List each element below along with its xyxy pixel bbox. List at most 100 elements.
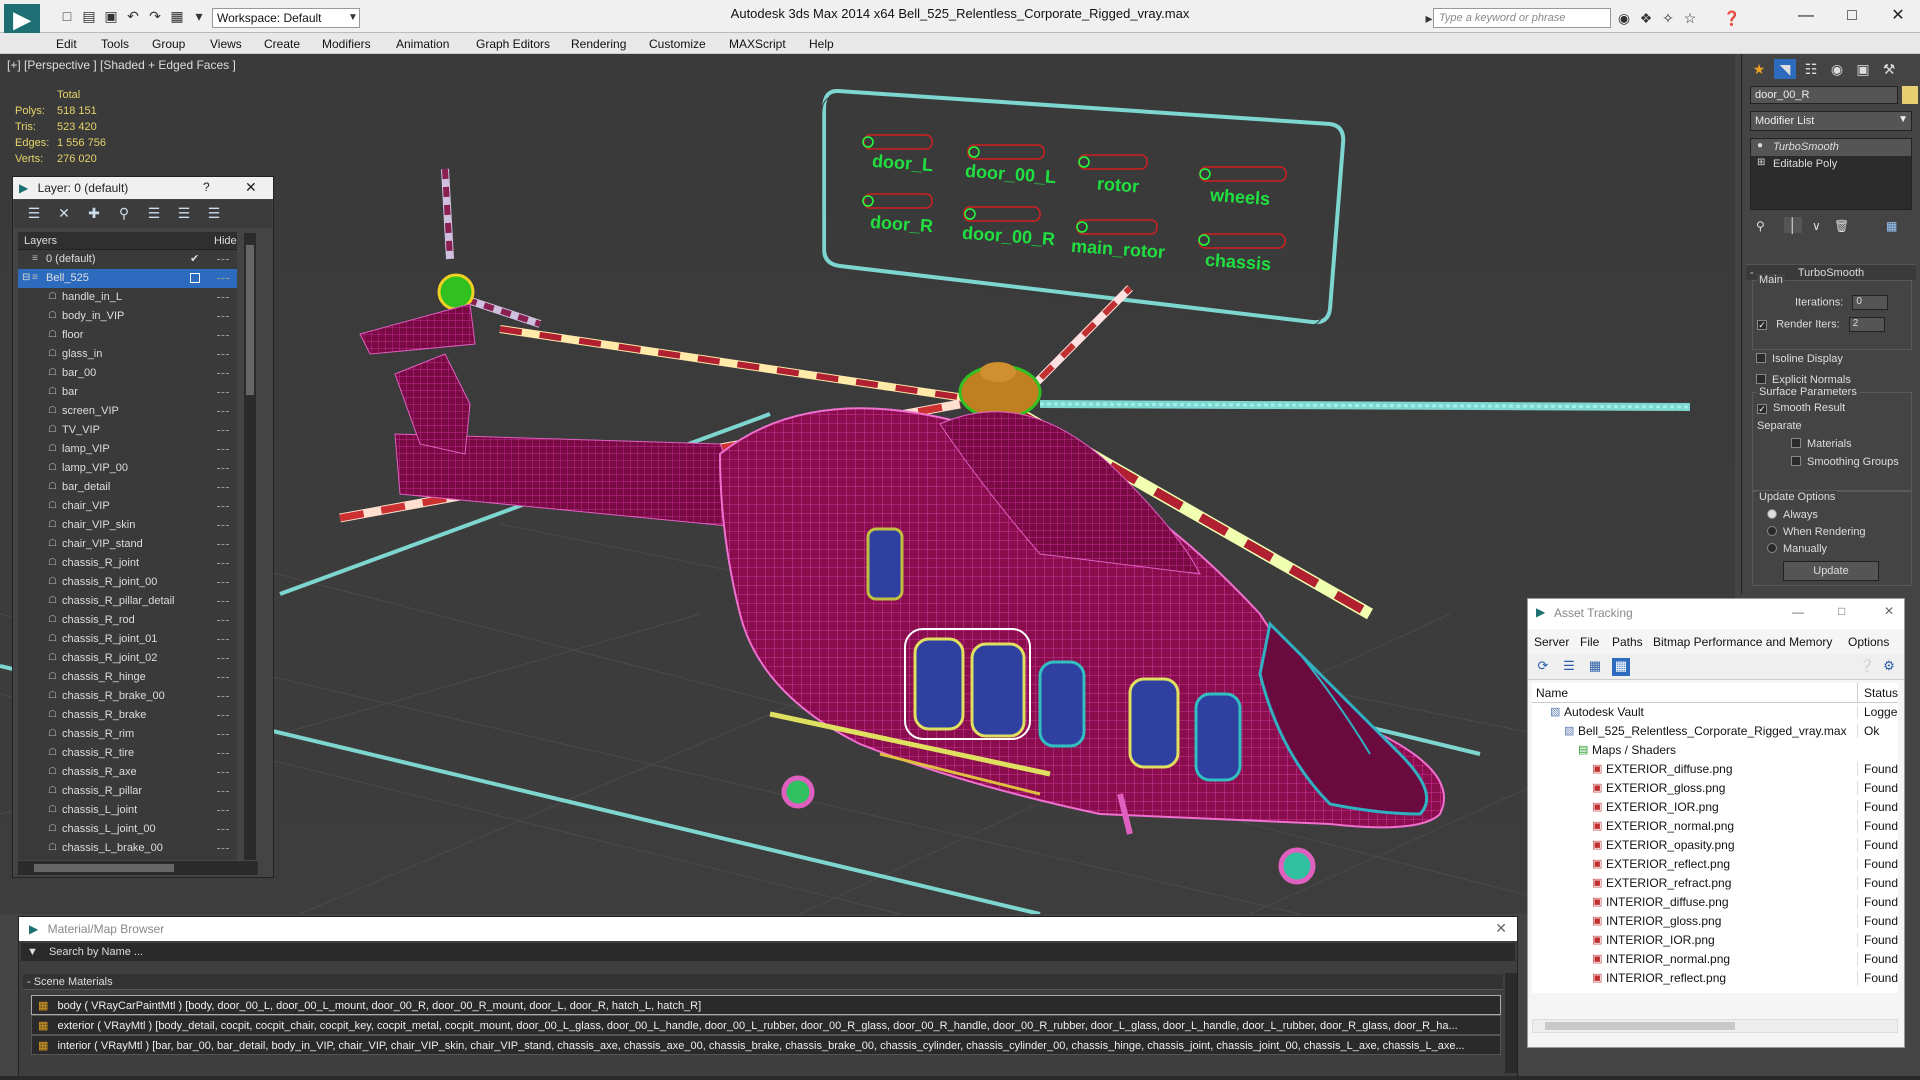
hide-toggle[interactable] — [217, 525, 229, 527]
create-layer-icon[interactable]: ☰ — [24, 205, 44, 223]
asset-row[interactable]: ▣ EXTERIOR_refract.png Found — [1532, 874, 1898, 893]
layer-row[interactable]: ☖ chair_VIP — [18, 497, 237, 516]
display-tab-icon[interactable]: ▣ — [1852, 59, 1874, 79]
hide-toggle[interactable] — [217, 373, 229, 375]
hide-toggle[interactable] — [217, 563, 229, 565]
iterations-spinner[interactable]: 0 — [1852, 295, 1889, 310]
layer-row[interactable]: ☖ lamp_VIP — [18, 440, 237, 459]
asset-row[interactable]: ▧Autodesk Vault Logged O — [1532, 703, 1898, 722]
helicopter-fuselage[interactable] — [718, 407, 1445, 829]
remove-modifier-icon[interactable]: 🗑 — [1834, 219, 1849, 233]
hide-toggle[interactable] — [217, 430, 229, 432]
maximize-icon[interactable]: □ — [1838, 604, 1845, 618]
subscription-icon[interactable]: ❖ — [1637, 9, 1655, 27]
binoculars-icon[interactable]: ◉ — [1615, 9, 1633, 27]
column-layers[interactable]: Layers — [24, 235, 57, 247]
material-row-exterior[interactable]: ▦ exterior ( VRayMtl ) [body_detail, coc… — [31, 1015, 1501, 1035]
layer-row[interactable]: ☖ chassis_R_joint_02 — [18, 649, 237, 668]
layer-row[interactable]: ☖ screen_VIP — [18, 402, 237, 421]
asset-hscrollbar[interactable] — [1532, 1019, 1898, 1033]
material-search-input[interactable]: Search by Name ... — [49, 946, 143, 958]
smoothing-groups-checkbox[interactable] — [1791, 456, 1801, 466]
hide-toggle[interactable] — [217, 601, 229, 603]
lightbulb-icon[interactable]: ● — [1757, 140, 1763, 151]
hide-toggle[interactable] — [217, 658, 229, 660]
asset-row[interactable]: ▣ EXTERIOR_normal.png Found — [1532, 817, 1898, 836]
layer-row[interactable]: ☖ chassis_L_brake_00 — [18, 839, 237, 858]
layer-row[interactable]: ☖ TV_VIP — [18, 421, 237, 440]
hide-toggle[interactable] — [217, 772, 229, 774]
menu-file[interactable]: File — [1580, 635, 1599, 649]
always-radio[interactable] — [1767, 509, 1777, 519]
asset-row[interactable]: ▣ INTERIOR_diffuse.png Found — [1532, 893, 1898, 912]
material-scrollbar[interactable] — [1505, 973, 1517, 1073]
object-color-swatch[interactable] — [1902, 86, 1918, 104]
hide-toggle[interactable] — [217, 468, 229, 470]
materials-checkbox[interactable] — [1791, 438, 1801, 448]
layer-row[interactable]: ☖ chassis_R_axe — [18, 763, 237, 782]
asset-row[interactable]: ▣ EXTERIOR_gloss.png Found — [1532, 779, 1898, 798]
menu-maxscript[interactable]: MAXScript — [729, 37, 786, 51]
hide-toggle[interactable] — [217, 316, 229, 318]
layer-row[interactable]: ☖ lamp_VIP_00 — [18, 459, 237, 478]
close-icon[interactable]: ✕ — [1878, 4, 1918, 28]
refresh-icon[interactable]: ⟳ — [1534, 658, 1552, 676]
create-tab-icon[interactable]: ★ — [1748, 59, 1770, 79]
hide-all-layers-icon[interactable]: ☰ — [174, 205, 194, 223]
layer-row[interactable]: ☖ chassis_R_pillar — [18, 782, 237, 801]
help-icon[interactable]: ❔ — [1858, 658, 1876, 676]
hide-toggle[interactable] — [217, 753, 229, 755]
hide-toggle[interactable] — [217, 715, 229, 717]
hide-toggle[interactable] — [217, 677, 229, 679]
asset-row[interactable]: ▣ INTERIOR_gloss.png Found — [1532, 912, 1898, 931]
menu-animation[interactable]: Animation — [396, 37, 449, 51]
layer-row[interactable]: ☖ chassis_R_rod — [18, 611, 237, 630]
expand-plus-icon[interactable]: ⊞ — [1757, 157, 1765, 168]
asset-row[interactable]: ▣ EXTERIOR_reflect.png Found — [1532, 855, 1898, 874]
select-in-layer-icon[interactable]: ⚲ — [114, 205, 134, 223]
hide-toggle[interactable] — [217, 449, 229, 451]
menu-group[interactable]: Group — [152, 37, 185, 51]
hide-toggle[interactable] — [217, 639, 229, 641]
menu-graph-editors[interactable]: Graph Editors — [476, 37, 550, 51]
asset-table[interactable]: ▧Autodesk VaultLogged O▧Bell_525_Relentl… — [1532, 703, 1898, 993]
layer-row[interactable]: ☖ chassis_R_joint — [18, 554, 237, 573]
minimize-icon[interactable]: — — [1792, 605, 1804, 619]
freeze-all-layers-icon[interactable]: ☰ — [204, 205, 224, 223]
column-status[interactable]: Status — [1857, 683, 1898, 703]
help-icon[interactable]: ? — [203, 180, 210, 194]
menu-views[interactable]: Views — [210, 37, 242, 51]
layer-row[interactable]: ☖ chassis_R_hinge — [18, 668, 237, 687]
hide-toggle[interactable] — [217, 487, 229, 489]
rig-label-door-l[interactable]: door_L — [871, 151, 933, 176]
minimize-icon[interactable]: — — [1786, 4, 1826, 28]
scrollbar-thumb[interactable] — [1545, 1022, 1735, 1030]
manually-radio[interactable] — [1767, 543, 1777, 553]
modify-tab-icon[interactable]: ◥ — [1774, 59, 1796, 79]
pin-stack-icon[interactable]: ⚲ — [1756, 219, 1765, 233]
settings-icon[interactable]: ⚙ — [1880, 658, 1898, 676]
render-iters-checkbox[interactable]: ✓ — [1757, 320, 1767, 331]
favorites-star-icon[interactable]: ☆ — [1681, 9, 1699, 27]
make-unique-icon[interactable]: ∨ — [1812, 219, 1821, 233]
motion-tab-icon[interactable]: ◉ — [1826, 59, 1848, 79]
hide-toggle[interactable] — [217, 278, 229, 280]
layer-row[interactable]: ≡ ⊟ Bell_525 — [18, 269, 237, 288]
layer-row[interactable]: ☖ chassis_L_joint — [18, 801, 237, 820]
hide-toggle[interactable] — [217, 734, 229, 736]
layer-row[interactable]: ☖ chassis_R_rim — [18, 725, 237, 744]
layer-row[interactable]: ≡ 0 (default) ✔ — [18, 250, 237, 269]
layer-row[interactable]: ☖ handle_in_L — [18, 288, 237, 307]
layer-row[interactable]: ☖ bar — [18, 383, 237, 402]
show-end-result-icon[interactable]: │ — [1784, 217, 1802, 233]
modifier-stack[interactable]: ● TurboSmooth ⊞ Editable Poly — [1750, 138, 1912, 210]
layer-row[interactable]: ☖ chassis_R_brake_00 — [18, 687, 237, 706]
hide-toggle[interactable] — [217, 392, 229, 394]
communication-icon[interactable]: ✧ — [1659, 9, 1677, 27]
layer-row[interactable]: ☖ glass_in — [18, 345, 237, 364]
scrollbar-thumb[interactable] — [246, 245, 254, 395]
asset-row[interactable]: ▣ EXTERIOR_IOR.png Found — [1532, 798, 1898, 817]
rig-label-door-r[interactable]: door_R — [869, 212, 933, 237]
hide-toggle[interactable] — [217, 620, 229, 622]
stack-item-turbosmooth[interactable]: ● TurboSmooth — [1751, 139, 1911, 156]
